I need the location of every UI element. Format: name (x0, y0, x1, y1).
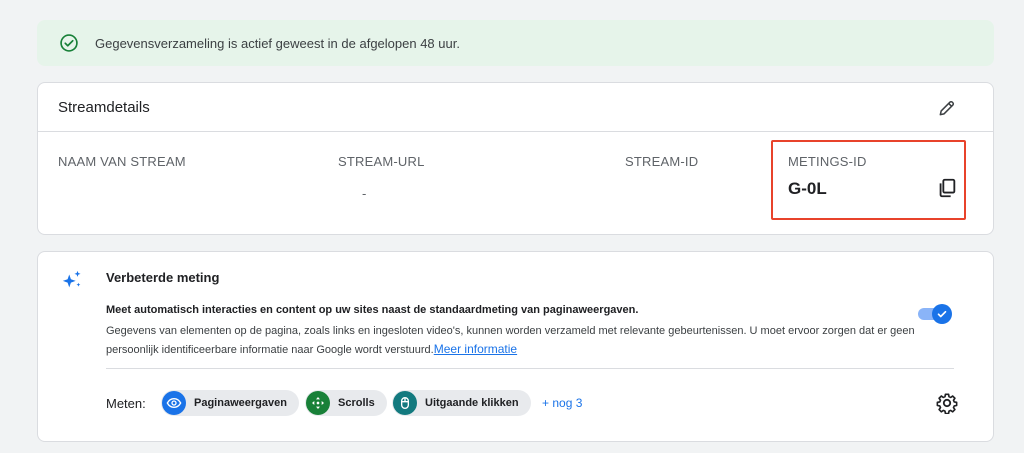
banner-text: Gegevensverzameling is actief geweest in… (95, 35, 460, 51)
measurement-id-label: METINGS-ID (788, 154, 867, 169)
copy-icon[interactable] (936, 177, 958, 199)
gear-icon[interactable] (936, 392, 958, 414)
check-icon (937, 310, 947, 318)
divider (106, 368, 954, 369)
measurement-id-value[interactable]: G-0L (788, 179, 827, 199)
stream-url-value: - (362, 186, 367, 201)
chip-label: Scrolls (338, 397, 375, 409)
measure-label: Meten: (106, 396, 146, 411)
stream-details-header: Streamdetails (38, 83, 993, 132)
enhanced-measurement-title: Verbeterde meting (106, 270, 220, 285)
check-circle-icon (60, 34, 78, 52)
scroll-arrows-icon (306, 391, 330, 415)
chip-scrolls[interactable]: Scrolls (305, 390, 387, 416)
mouse-icon (393, 391, 417, 415)
enhanced-measurement-toggle[interactable] (918, 304, 954, 324)
chip-label: Paginaweergaven (194, 397, 287, 409)
chip-outbound-clicks[interactable]: Uitgaande klikken (392, 390, 531, 416)
toggle-knob (932, 304, 952, 324)
pencil-icon[interactable] (937, 98, 957, 118)
data-collection-banner: Gegevensverzameling is actief geweest in… (37, 20, 994, 66)
sparkle-icon (62, 270, 81, 288)
enhanced-measurement-summary: Meet automatisch interacties en content … (106, 304, 639, 316)
learn-more-link[interactable]: Meer informatie (434, 342, 517, 356)
chip-page-views[interactable]: Paginaweergaven (161, 390, 299, 416)
stream-details-card: Streamdetails NAAM VAN STREAM STREAM-URL… (37, 82, 994, 235)
eye-icon (162, 391, 186, 415)
stream-id-label: STREAM-ID (625, 154, 699, 169)
enhanced-measurement-card: Verbeterde meting Meet automatisch inter… (37, 251, 994, 442)
stream-details-title: Streamdetails (58, 98, 150, 116)
chip-label: Uitgaande klikken (425, 397, 519, 409)
stream-name-label: NAAM VAN STREAM (58, 154, 186, 169)
enhanced-measurement-description: Gegevens van elementen op de pagina, zoa… (106, 322, 936, 359)
stream-url-label: STREAM-URL (338, 154, 425, 169)
more-events-link[interactable]: + nog 3 (542, 396, 582, 410)
